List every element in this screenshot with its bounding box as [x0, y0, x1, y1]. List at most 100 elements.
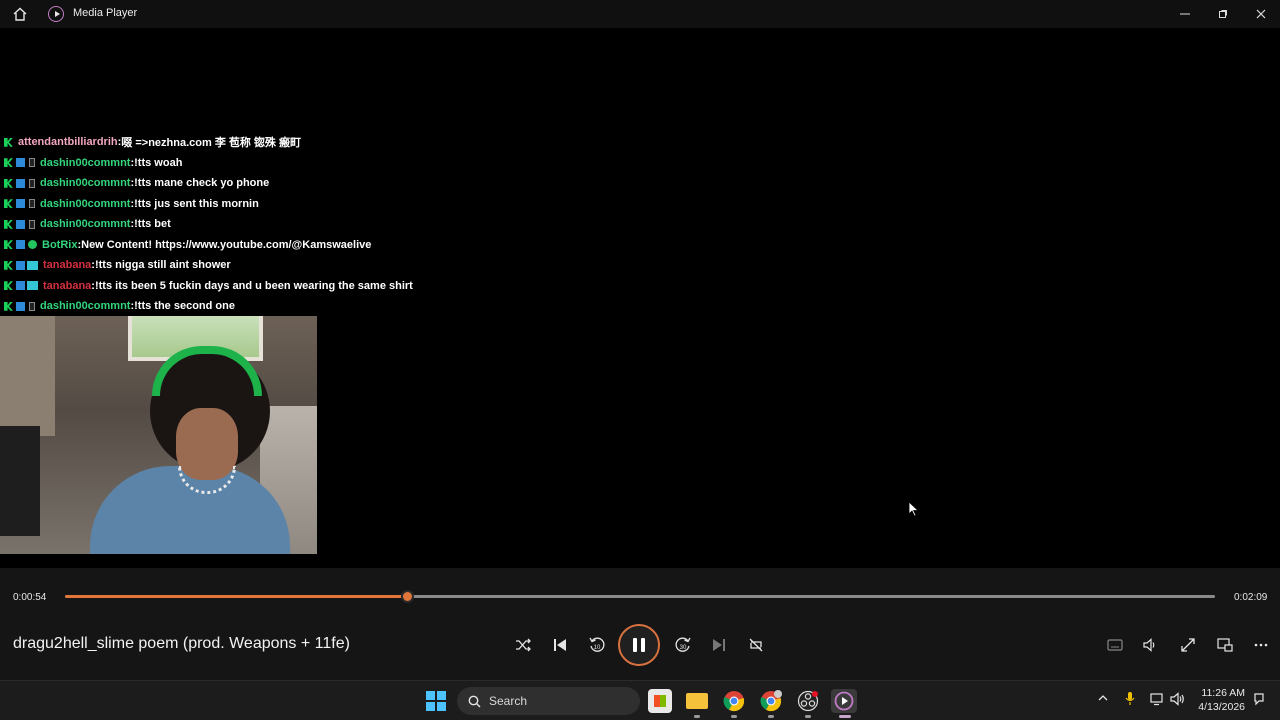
kick-badge-icon	[4, 199, 13, 209]
media-player-taskbar-icon[interactable]	[831, 689, 857, 713]
previous-button[interactable]	[545, 630, 575, 660]
total-time: 0:02:09	[1234, 592, 1268, 603]
subscriber-badge-icon	[16, 240, 25, 250]
chat-text: !tts mane check yo phone	[134, 177, 270, 190]
chat-username: attendantbilliardrih	[18, 136, 118, 149]
kick-badge-icon	[4, 219, 13, 229]
minimize-button[interactable]	[1166, 0, 1204, 28]
current-time: 0:00:54	[13, 592, 47, 603]
repeat-button[interactable]	[741, 630, 771, 660]
gifter-badge-icon	[27, 260, 38, 270]
chat-username: dashin00commnt	[40, 218, 131, 231]
chat-message: attendantbilliardrih : 啜 =>nezhna.com 李 …	[0, 132, 520, 153]
windows-start-icon[interactable]	[426, 691, 446, 711]
subscriber-badge-icon	[16, 301, 25, 311]
next-button[interactable]	[704, 630, 734, 660]
microphone-icon[interactable]	[1125, 691, 1135, 710]
search-icon	[468, 695, 481, 707]
phone-badge-icon	[29, 301, 35, 311]
store-app-icon[interactable]	[648, 689, 672, 713]
volume-button[interactable]	[1135, 630, 1165, 660]
chrome-active-indicator	[731, 715, 737, 718]
verified-badge-icon	[28, 240, 37, 250]
chat-message: dashin00commnt : !tts woah	[0, 153, 520, 174]
chrome-icon[interactable]	[722, 689, 746, 713]
chat-text: !tts the second one	[134, 300, 235, 313]
chat-message: dashin00commnt : !tts mane check yo phon…	[0, 173, 520, 194]
chat-message: BotRix : New Content! https://www.youtub…	[0, 235, 520, 256]
kick-badge-icon	[4, 240, 13, 250]
app-title: Media Player	[73, 7, 138, 19]
search-label: Search	[489, 694, 528, 708]
shuffle-button[interactable]	[508, 630, 538, 660]
network-icon[interactable]	[1150, 692, 1164, 709]
notifications-icon[interactable]	[1252, 692, 1266, 709]
speaker-icon[interactable]	[1170, 692, 1186, 709]
subscriber-badge-icon	[16, 199, 25, 209]
fullscreen-button[interactable]	[1173, 630, 1203, 660]
kick-badge-icon	[4, 137, 13, 147]
media-player-app-icon	[48, 6, 64, 22]
skip-forward-30-button[interactable]: 30	[668, 630, 698, 660]
pause-button[interactable]	[618, 624, 660, 666]
chat-message: tanabana : !tts its been 5 fuckin days a…	[0, 276, 520, 297]
webcam-wall	[0, 316, 55, 436]
chat-username: dashin00commnt	[40, 300, 131, 313]
gifter-badge-icon	[27, 281, 38, 291]
chat-message: tanabana : !tts nigga still aint shower	[0, 255, 520, 276]
subscriber-badge-icon	[16, 158, 25, 168]
svg-text:30: 30	[680, 645, 687, 651]
subscriber-badge-icon	[16, 219, 25, 229]
file-explorer-active-indicator	[694, 715, 700, 718]
clock-time: 11:26 AM	[1201, 687, 1245, 699]
close-button[interactable]	[1242, 0, 1280, 28]
chrome-profile-active-indicator	[768, 715, 774, 718]
captions-button[interactable]	[1100, 630, 1130, 660]
kick-badge-icon	[4, 301, 13, 311]
svg-text:10: 10	[594, 645, 601, 651]
chat-username: dashin00commnt	[40, 177, 131, 190]
chat-username: dashin00commnt	[40, 156, 131, 169]
phone-badge-icon	[29, 158, 35, 168]
seek-bar-progress	[65, 595, 407, 598]
obs-icon[interactable]	[796, 689, 820, 713]
maximize-button[interactable]	[1204, 0, 1242, 28]
phone-badge-icon	[29, 219, 35, 229]
miniplayer-button[interactable]	[1210, 630, 1240, 660]
more-options-button[interactable]	[1246, 630, 1276, 660]
skip-back-10-button[interactable]: 10	[582, 630, 612, 660]
chrome-profile-icon[interactable]	[759, 689, 783, 713]
chevron-up-icon[interactable]	[1098, 693, 1108, 705]
chat-message: dashin00commnt : !tts the second one	[0, 296, 520, 317]
kick-badge-icon	[4, 260, 13, 270]
chat-text: !tts its been 5 fuckin days and u been w…	[94, 279, 413, 292]
webcam-feed	[0, 316, 317, 554]
chat-text: !tts bet	[134, 218, 171, 231]
chat-message: dashin00commnt : !tts bet	[0, 214, 520, 235]
chat-username: dashin00commnt	[40, 197, 131, 210]
home-icon[interactable]	[10, 4, 30, 24]
chat-message: dashin00commnt : !tts jus sent this morn…	[0, 194, 520, 215]
subscriber-badge-icon	[16, 178, 25, 188]
chat-username: tanabana	[43, 259, 92, 272]
taskbar-search[interactable]: Search	[457, 687, 640, 715]
chat-text: 啜 =>nezhna.com 李 苞称 锪殊 瘢町	[121, 137, 301, 150]
player-controls: 0:00:54 0:02:09 dragu2hell_slime poem (p…	[0, 568, 1280, 680]
chat-text: !tts jus sent this mornin	[134, 197, 259, 210]
seek-bar[interactable]	[65, 590, 1215, 603]
subscriber-badge-icon	[16, 260, 25, 270]
taskbar-clock[interactable]: 11:26 AM 4/13/2026	[1195, 686, 1245, 714]
kick-badge-icon	[4, 178, 13, 188]
chat-text: !tts nigga still aint shower	[94, 259, 231, 272]
seek-bar-thumb[interactable]	[400, 590, 414, 603]
subscriber-badge-icon	[16, 281, 25, 291]
chat-overlay: attendantbilliardrih : 啜 =>nezhna.com 李 …	[0, 132, 520, 317]
title-bar: Media Player	[0, 0, 1280, 28]
chat-username: BotRix	[42, 238, 78, 251]
kick-badge-icon	[4, 158, 13, 168]
file-explorer-icon[interactable]	[685, 689, 709, 713]
kick-badge-icon	[4, 281, 13, 291]
clock-date: 4/13/2026	[1198, 701, 1245, 713]
pause-icon	[633, 638, 645, 652]
chat-username: tanabana	[43, 279, 92, 292]
